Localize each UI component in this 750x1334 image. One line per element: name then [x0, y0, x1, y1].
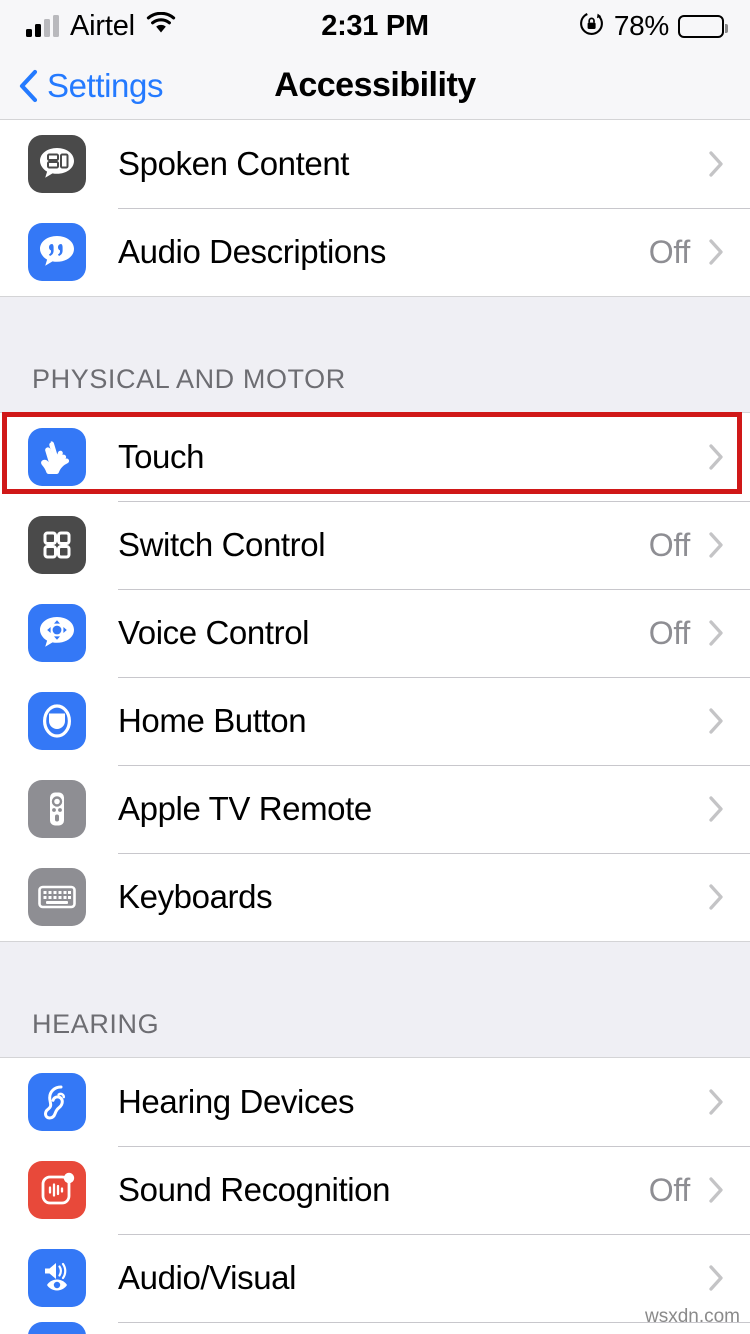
settings-row-audio-descriptions[interactable]: Audio Descriptions Off	[0, 208, 750, 296]
touch-hand-icon	[28, 428, 86, 486]
status-bar: Airtel 2:31 PM 78%	[0, 0, 750, 52]
chevron-right-icon	[708, 238, 724, 266]
row-value: Off	[648, 233, 691, 270]
chevron-right-icon	[708, 883, 724, 911]
section-header-hearing: HEARING	[0, 942, 750, 1058]
settings-row-hearing-devices[interactable]: Hearing Devices	[0, 1058, 750, 1146]
settings-row-keyboards[interactable]: Keyboards	[0, 853, 750, 941]
rotation-lock-icon	[578, 10, 605, 42]
home-button-icon	[28, 692, 86, 750]
settings-row-home-button[interactable]: Home Button	[0, 677, 750, 765]
status-bar-left: Airtel	[26, 10, 176, 43]
carrier-label: Airtel	[70, 9, 135, 42]
row-label: Sound Recognition	[118, 1171, 391, 1208]
chevron-right-icon	[708, 707, 724, 735]
signal-bars-icon	[26, 15, 59, 37]
settings-row-partial[interactable]	[0, 1322, 750, 1334]
apple-tv-remote-icon	[28, 780, 86, 838]
partial-row-icon	[28, 1322, 86, 1334]
spoken-content-icon	[28, 135, 86, 193]
settings-row-sound-recognition[interactable]: Sound Recognition Off	[0, 1146, 750, 1234]
chevron-right-icon	[708, 531, 724, 559]
settings-row-voice-control[interactable]: Voice Control Off	[0, 589, 750, 677]
row-value: Off	[648, 614, 691, 651]
settings-row-spoken-content[interactable]: Spoken Content	[0, 120, 750, 208]
chevron-right-icon	[708, 1176, 724, 1204]
row-value: Off	[648, 1171, 691, 1208]
section-header-physical-and-motor: PHYSICAL AND MOTOR	[0, 297, 750, 413]
chevron-right-icon	[708, 795, 724, 823]
section-header-label: PHYSICAL AND MOTOR	[32, 364, 346, 394]
voice-control-icon	[28, 604, 86, 662]
settings-group-0: Spoken Content Audio Descriptions Off	[0, 120, 750, 297]
audio-visual-icon	[28, 1249, 86, 1307]
row-label: Audio/Visual	[118, 1259, 297, 1296]
settings-row-audio-visual[interactable]: Audio/Visual	[0, 1234, 750, 1322]
chevron-left-icon	[18, 69, 38, 103]
settings-row-touch[interactable]: Touch	[0, 413, 750, 501]
battery-percent-label: 78%	[613, 10, 669, 41]
row-label: Voice Control	[118, 614, 310, 651]
back-button[interactable]: Settings	[0, 67, 163, 105]
battery-icon	[678, 14, 728, 38]
status-bar-right: 78%	[578, 10, 728, 42]
sound-recognition-icon	[28, 1161, 86, 1219]
chevron-right-icon	[708, 619, 724, 647]
chevron-right-icon	[708, 1088, 724, 1116]
row-label: Apple TV Remote	[118, 790, 372, 827]
row-label: Audio Descriptions	[118, 233, 386, 270]
settings-row-apple-tv-remote[interactable]: Apple TV Remote	[0, 765, 750, 853]
row-label: Switch Control	[118, 526, 326, 563]
row-value: Off	[648, 526, 691, 563]
row-label: Home Button	[118, 702, 307, 739]
wifi-icon	[146, 11, 176, 40]
switch-control-icon	[28, 516, 86, 574]
row-label: Touch	[118, 438, 205, 475]
hearing-devices-ear-icon	[28, 1073, 86, 1131]
settings-group-hearing: Hearing Devices Sound Recognition Off Au…	[0, 1058, 750, 1334]
back-button-label: Settings	[47, 66, 164, 104]
audio-descriptions-icon	[28, 223, 86, 281]
watermark: wsxdn.com	[644, 1306, 740, 1327]
settings-row-switch-control[interactable]: Switch Control Off	[0, 501, 750, 589]
keyboard-icon	[28, 868, 86, 926]
chevron-right-icon	[708, 443, 724, 471]
clock-label: 2:31 PM	[321, 9, 429, 42]
row-label: Hearing Devices	[118, 1083, 355, 1120]
row-label: Keyboards	[118, 878, 273, 915]
navigation-bar: Settings Accessibility	[0, 52, 750, 120]
settings-list[interactable]: Spoken Content Audio Descriptions Off PH…	[0, 120, 750, 1334]
chevron-right-icon	[708, 150, 724, 178]
section-header-label: HEARING	[32, 1009, 160, 1039]
chevron-right-icon	[708, 1264, 724, 1292]
row-label: Spoken Content	[118, 145, 350, 182]
settings-group-physical-and-motor: Touch Switch Control Off Voice Control O…	[0, 413, 750, 942]
